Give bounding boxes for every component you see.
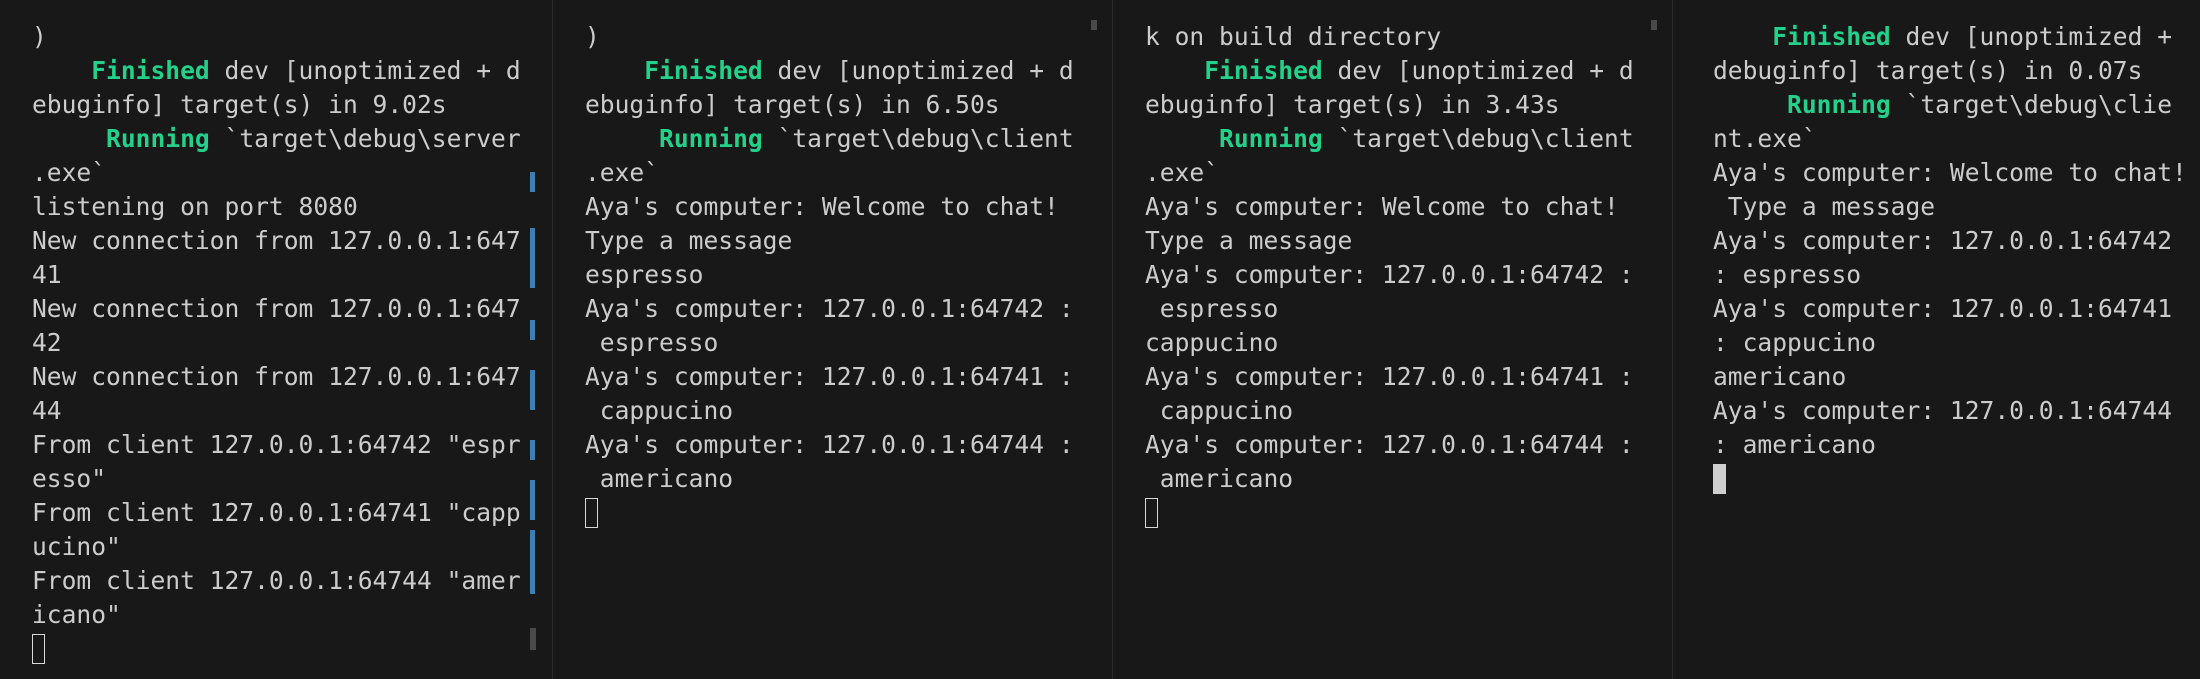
terminal-output: ) Finished dev [unoptimized + d ebuginfo]… [585, 20, 1074, 530]
terminal-line: : cappucino [1713, 328, 1876, 357]
running-status: Running [1219, 124, 1323, 153]
terminal-line: Aya's computer: 127.0.0.1:64742 : [1145, 260, 1634, 289]
command-decoration[interactable] [530, 440, 535, 460]
terminal-line: Aya's computer: 127.0.0.1:64741 : [1145, 362, 1634, 391]
finished-status: Finished [91, 56, 210, 85]
terminal-line: Aya's computer: 127.0.0.1:64744 : [585, 430, 1074, 459]
terminal-line: Finished dev [unoptimized + d [91, 56, 521, 85]
command-decoration[interactable] [530, 320, 535, 340]
terminal-line: espresso [1145, 294, 1279, 323]
terminal-line: .exe` [585, 158, 660, 187]
terminal-output: Finished dev [unoptimized + debuginfo] t… [1713, 20, 2187, 496]
terminal-line: From client 127.0.0.1:64742 "espr [32, 430, 521, 459]
command-decoration[interactable] [530, 228, 535, 288]
terminal-cursor [1145, 498, 1158, 528]
command-decoration[interactable] [530, 480, 535, 520]
terminal-line: .exe` [32, 158, 107, 187]
terminal-line: ) [32, 22, 47, 51]
terminal-line: Type a message [1145, 226, 1353, 255]
terminal-line: From client 127.0.0.1:64744 "amer [32, 566, 521, 595]
terminal-output: k on build directory Finished dev [unopt… [1145, 20, 1634, 530]
terminal-line: Aya's computer: Welcome to chat! [585, 192, 1059, 221]
finished-status: Finished [644, 56, 763, 85]
terminal-line: ucino" [32, 532, 121, 561]
running-status: Running [1787, 90, 1891, 119]
terminal-line: Aya's computer: Welcome to chat! [1713, 158, 2187, 187]
terminal-pane-server[interactable]: ) Finished dev [unoptimized + d ebuginfo]… [0, 0, 552, 679]
terminal-line: 41 [32, 260, 62, 289]
terminal-line: debuginfo] target(s) in 0.07s [1713, 56, 2143, 85]
terminal-line: americano [585, 464, 734, 493]
running-status: Running [659, 124, 763, 153]
command-decoration[interactable] [530, 370, 535, 410]
terminal-line: nt.exe` [1713, 124, 1817, 153]
terminal-line: esso" [32, 464, 107, 493]
scrollbar-thumb[interactable] [1651, 20, 1657, 30]
terminal-line: Running `target\debug\clie [1787, 90, 2173, 119]
terminal-line: 42 [32, 328, 62, 357]
terminal-line: Type a message [585, 226, 793, 255]
terminal-line: Aya's computer: 127.0.0.1:64741 : [585, 362, 1074, 391]
terminal-line: .exe` [1145, 158, 1220, 187]
terminal-line: New connection from 127.0.0.1:647 [32, 362, 521, 391]
scrollbar-thumb[interactable] [530, 628, 536, 650]
terminal-line: Aya's computer: 127.0.0.1:64744 : [1145, 430, 1634, 459]
terminal-line: ) [585, 22, 600, 51]
terminal-line: Type a message [1713, 192, 1936, 221]
terminal-line: : americano [1713, 430, 1876, 459]
terminal-line: listening on port 8080 [32, 192, 358, 221]
terminal-line [585, 496, 1074, 530]
running-status: Running [106, 124, 210, 153]
terminal-pane-client-2[interactable]: k on build directory Finished dev [unopt… [1112, 0, 1672, 679]
terminal-line: Aya's computer: 127.0.0.1:64741 [1713, 294, 2173, 323]
terminal-line: k on build directory [1145, 22, 1442, 51]
terminal-line: Aya's computer: 127.0.0.1:64742 : [585, 294, 1074, 323]
terminal-line: cappucino [1145, 328, 1279, 357]
terminal-line: ebuginfo] target(s) in 6.50s [585, 90, 1000, 119]
terminal-line: Finished dev [unoptimized + [1772, 22, 2187, 51]
terminal-cursor [32, 634, 45, 664]
terminal-line: Running `target\debug\server [106, 124, 521, 153]
terminal-line: americano [1713, 362, 1847, 391]
terminal-line [32, 632, 521, 666]
terminal-line: cappucino [585, 396, 734, 425]
terminal-cursor [585, 498, 598, 528]
terminal-pane-client-1[interactable]: ) Finished dev [unoptimized + d ebuginfo]… [552, 0, 1112, 679]
terminal-line [1713, 462, 2187, 496]
terminal-line: Finished dev [unoptimized + d [644, 56, 1074, 85]
command-decoration[interactable] [530, 172, 535, 192]
terminal-line: Aya's computer: 127.0.0.1:64742 [1713, 226, 2173, 255]
finished-status: Finished [1772, 22, 1891, 51]
terminal-pane-client-3[interactable]: Finished dev [unoptimized + debuginfo] t… [1672, 0, 2200, 679]
terminal-line: Finished dev [unoptimized + d [1204, 56, 1634, 85]
terminal-line: Aya's computer: Welcome to chat! [1145, 192, 1619, 221]
terminal-line: espresso [585, 328, 719, 357]
terminal-line: americano [1145, 464, 1294, 493]
terminal-cursor [1713, 464, 1726, 494]
terminal-line: : espresso [1713, 260, 1862, 289]
finished-status: Finished [1204, 56, 1323, 85]
terminal-line: cappucino [1145, 396, 1294, 425]
terminal-line: New connection from 127.0.0.1:647 [32, 226, 521, 255]
terminal-line: 44 [32, 396, 62, 425]
terminal-line: icano" [32, 600, 121, 629]
terminal-line: Running `target\debug\client [1219, 124, 1634, 153]
terminal-line: From client 127.0.0.1:64741 "capp [32, 498, 521, 527]
terminal-line: ebuginfo] target(s) in 9.02s [32, 90, 447, 119]
terminal-line: espresso [585, 260, 704, 289]
scrollbar-thumb[interactable] [1091, 20, 1097, 30]
command-decoration[interactable] [530, 530, 535, 594]
terminal-output: ) Finished dev [unoptimized + d ebuginfo]… [32, 20, 521, 666]
terminal-line: ebuginfo] target(s) in 3.43s [1145, 90, 1560, 119]
terminal-line: New connection from 127.0.0.1:647 [32, 294, 521, 323]
terminal-line: Running `target\debug\client [659, 124, 1074, 153]
terminal-line: Aya's computer: 127.0.0.1:64744 [1713, 396, 2173, 425]
terminal-line [1145, 496, 1634, 530]
